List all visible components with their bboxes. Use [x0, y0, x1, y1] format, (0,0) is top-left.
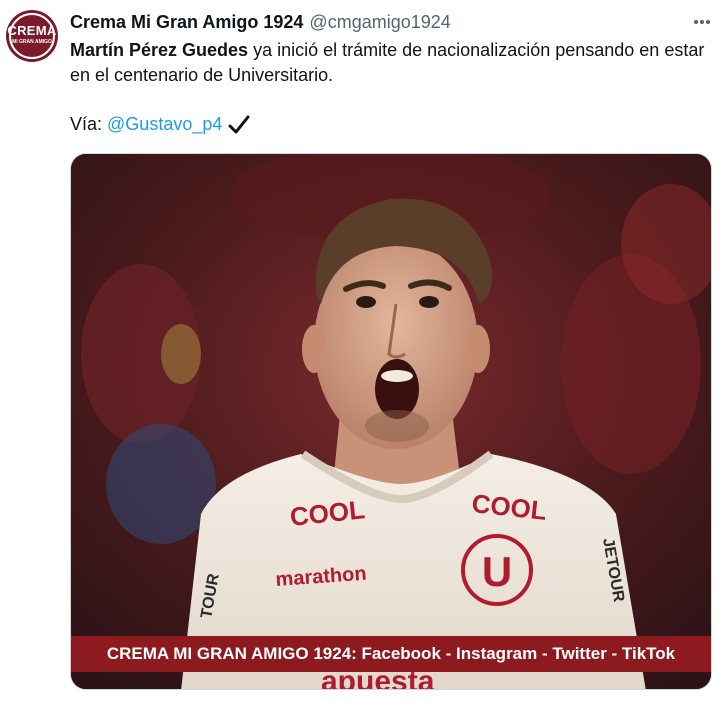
media-banner: CREMA MI GRAN AMIGO 1924: Facebook - Ins… [71, 636, 711, 672]
tweet-media-image[interactable]: COOL COOL marathon U JETOUR TOUR apuesta… [70, 153, 712, 690]
more-options-button[interactable] [689, 10, 715, 34]
avatar-logo-subtext: MI GRAN AMIGO [12, 39, 52, 45]
avatar-logo-text: CREMA [7, 23, 57, 38]
jersey-crest-letter: U [482, 548, 512, 595]
via-line: Vía: @Gustavo_p4 [70, 112, 250, 137]
check-mark-icon [228, 115, 250, 135]
via-mention-link[interactable]: @Gustavo_p4 [107, 112, 222, 137]
via-label: Vía: [70, 114, 103, 134]
media-banner-text: CREMA MI GRAN AMIGO 1924: Facebook - Ins… [106, 644, 676, 663]
author-display-name[interactable]: Crema Mi Gran Amigo 1924 [70, 12, 303, 33]
tweet-text-bold: Martín Pérez Guedes [70, 40, 249, 60]
author-handle[interactable]: @cmgamigo1924 [309, 12, 450, 33]
more-horizontal-icon [694, 20, 710, 24]
author-avatar[interactable]: CREMA MI GRAN AMIGO [6, 10, 58, 62]
tweet[interactable]: CREMA MI GRAN AMIGO Crema Mi Gran Amigo … [0, 0, 727, 705]
tweet-header: Crema Mi Gran Amigo 1924 @cmgamigo1924 [70, 10, 717, 34]
tweet-text: Martín Pérez Guedes ya inició el trámite… [70, 38, 710, 88]
player-photo: COOL COOL marathon U JETOUR TOUR apuesta [71, 154, 711, 689]
